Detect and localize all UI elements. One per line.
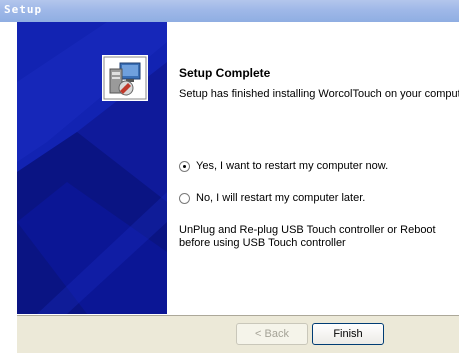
back-button[interactable]: < Back bbox=[236, 323, 308, 345]
usb-note: UnPlug and Re-plug USB Touch controller … bbox=[179, 224, 436, 249]
restart-now-label: Yes, I want to restart my computer now. bbox=[196, 160, 389, 172]
finish-button[interactable]: Finish bbox=[312, 323, 384, 345]
title-bar[interactable]: Setup bbox=[0, 0, 459, 22]
page-title: Setup Complete bbox=[179, 66, 271, 80]
restart-now-option[interactable]: Yes, I want to restart my computer now. bbox=[179, 160, 388, 172]
wizard-content: Setup Complete Setup has finished instal… bbox=[167, 22, 459, 314]
button-bar: < Back Finish bbox=[17, 314, 459, 353]
restart-now-radio[interactable] bbox=[179, 160, 190, 172]
completion-description: Setup has finished installing WorcolTouc… bbox=[179, 88, 459, 100]
restart-later-option[interactable]: No, I will restart my computer later. bbox=[179, 192, 365, 204]
setup-installer-icon bbox=[102, 55, 148, 101]
restart-later-radio[interactable] bbox=[179, 192, 190, 204]
window-title: Setup bbox=[4, 3, 43, 16]
restart-later-label: No, I will restart my computer later. bbox=[196, 192, 366, 204]
wizard-sidebar bbox=[17, 22, 167, 314]
setup-window: Setup Setup Complete Setup has finished … bbox=[0, 0, 459, 353]
